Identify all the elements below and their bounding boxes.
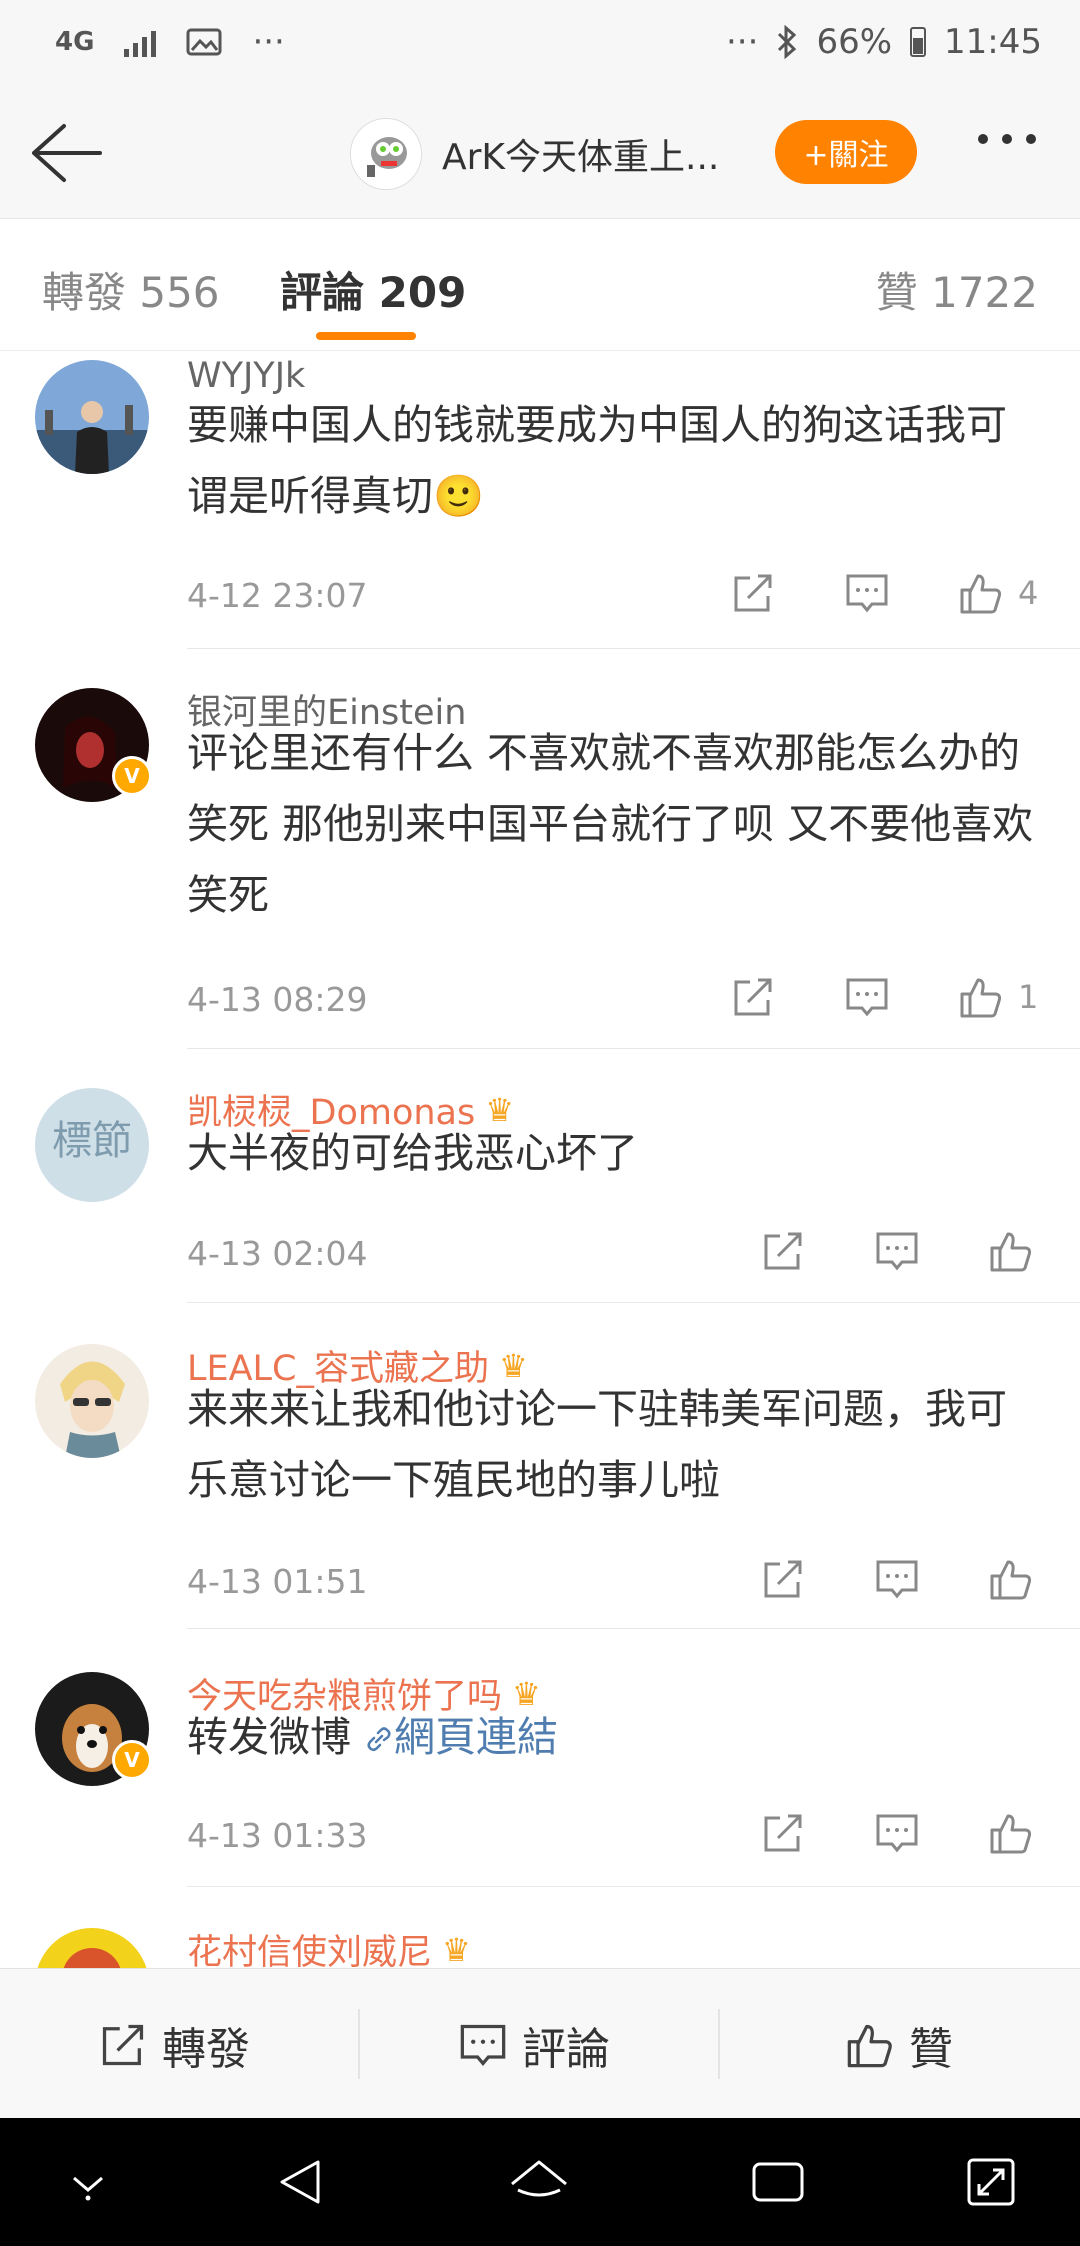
comment-text: 要赚中国人的钱就要成为中国人的狗这话我可谓是听得真切🙂: [187, 401, 1007, 520]
comment-text: 来来来让我和他讨论一下驻韩美军问题，我可乐意讨论一下殖民地的事儿啦: [187, 1385, 1007, 1504]
verified-badge-icon: V: [112, 1740, 152, 1780]
avatar[interactable]: [35, 1344, 149, 1458]
reply-icon[interactable]: [874, 1228, 920, 1274]
comment-button[interactable]: 評論: [458, 2013, 610, 2077]
thumbs-up-icon: [847, 2024, 892, 2068]
comment-time: 4-13 08:29: [187, 980, 368, 1019]
web-link[interactable]: 網頁連結: [364, 1713, 558, 1761]
comment-actions: 1: [730, 974, 1038, 1020]
link-icon: [367, 1727, 391, 1752]
author-avatar[interactable]: [350, 118, 422, 190]
status-bar: 4G ··· ··· 66% 11:45: [0, 0, 1080, 90]
username[interactable]: 花村信使刘威尼 ♛: [187, 1924, 471, 1969]
comment-item: V 银河里的Einstein 评论里还有什么 不喜欢就不喜欢那能怎么办的 笑死 …: [0, 684, 1080, 1049]
comment-item: V 今天吃杂粮煎饼了吗 ♛ 转发微博 網頁連結 4-13 01:33: [0, 1668, 1080, 1888]
home-icon[interactable]: [508, 2156, 570, 2208]
tab-reposts[interactable]: 轉發 556: [42, 259, 220, 320]
thumbs-up-icon[interactable]: [988, 1556, 1034, 1602]
comment-time: 4-12 23:07: [187, 576, 368, 615]
comment-time: 4-13 01:33: [187, 1816, 368, 1855]
comment-item: 標節 凯棂棂_Domonas ♛ 大半夜的可给我恶心坏了 4-13 02:04: [0, 1084, 1080, 1304]
comment-time: 4-13 02:04: [187, 1234, 368, 1273]
divider: [187, 1886, 1080, 1887]
comment-actions: [760, 1556, 1034, 1602]
thumbs-up-icon[interactable]: [958, 570, 1004, 616]
comment-actions: [760, 1228, 1034, 1274]
svg-text:標節: 標節: [52, 1118, 132, 1164]
battery-icon: [910, 27, 927, 57]
avatar[interactable]: 標節: [35, 1088, 149, 1202]
thumbs-up-icon[interactable]: [958, 974, 1004, 1020]
share-icon: [102, 2024, 144, 2066]
follow-button[interactable]: +關注: [775, 120, 917, 184]
verified-badge-icon: V: [112, 756, 152, 796]
reply-icon: [460, 2024, 506, 2067]
tab-likes[interactable]: 贊 1722: [876, 259, 1038, 320]
like-button[interactable]: 贊: [845, 2013, 953, 2077]
signal-icon: [124, 27, 157, 57]
avatar[interactable]: [35, 360, 149, 474]
comment-text: 评论里还有什么 不喜欢就不喜欢那能怎么办的 笑死 那他别来中国平台就行了呗 又不…: [187, 729, 1034, 919]
reply-icon[interactable]: [844, 974, 890, 1020]
comment-item: LEALC_容式藏之助 ♛ 来来来让我和他讨论一下驻韩美军问题，我可乐意讨论一下殖…: [0, 1340, 1080, 1630]
clock: 11:45: [944, 22, 1042, 62]
header: ArK今天体重上... +關注: [0, 90, 1080, 219]
share-icon[interactable]: [760, 1810, 806, 1856]
like-count: 1: [1018, 978, 1039, 1016]
page-title: ArK今天体重上...: [442, 137, 720, 178]
robot-avatar-icon: [351, 119, 421, 189]
tab-comments[interactable]: 評論 209: [280, 259, 466, 320]
divider: [187, 1302, 1080, 1303]
expand-screen-icon[interactable]: [965, 2156, 1017, 2208]
divider: [187, 1628, 1080, 1629]
tab-bar: 轉發 556 評論 209 贊 1722: [0, 219, 1080, 351]
hide-keyboard-chevron-icon[interactable]: [66, 2156, 110, 2208]
more-status-icon: ···: [726, 22, 759, 62]
comment-text: 转发微博 網頁連結: [187, 1713, 559, 1761]
thumbs-up-icon[interactable]: [988, 1810, 1034, 1856]
comment-actions: [760, 1810, 1034, 1856]
like-count: 4: [1018, 574, 1039, 612]
back-arrow-icon[interactable]: [28, 120, 104, 186]
share-icon[interactable]: [730, 570, 776, 616]
crown-vip-icon: ♛: [442, 1930, 471, 1969]
bluetooth-icon: [778, 25, 797, 59]
comment-text: 大半夜的可给我恶心坏了: [187, 1129, 638, 1177]
comment-item: 花村信使刘威尼 ♛: [0, 1924, 1080, 1968]
comment-actions: 4: [730, 570, 1038, 616]
avatar[interactable]: [35, 1928, 149, 1968]
repost-button[interactable]: 轉發: [98, 2013, 250, 2077]
share-icon[interactable]: [760, 1228, 806, 1274]
reply-icon[interactable]: [874, 1556, 920, 1602]
back-triangle-icon[interactable]: [276, 2156, 324, 2208]
comment-time: 4-13 01:51: [187, 1562, 368, 1601]
bottom-toolbar: 轉發 評論 贊: [0, 1968, 1080, 2119]
share-icon[interactable]: [730, 974, 776, 1020]
battery-percent: 66%: [816, 22, 893, 62]
reply-icon[interactable]: [874, 1810, 920, 1856]
network-indicator: 4G: [55, 27, 95, 57]
divider: [718, 2009, 720, 2079]
more-options-icon[interactable]: [978, 134, 1036, 144]
image-notification-icon: [186, 28, 222, 56]
recent-apps-icon[interactable]: [750, 2156, 806, 2208]
more-notifications-icon: ···: [252, 22, 285, 62]
thumbs-up-icon[interactable]: [988, 1228, 1034, 1274]
divider: [187, 1048, 1080, 1049]
active-tab-indicator: [316, 332, 416, 340]
share-icon[interactable]: [760, 1556, 806, 1602]
divider: [358, 2009, 360, 2079]
system-navigation-bar: [0, 2118, 1080, 2246]
divider: [187, 648, 1080, 649]
reply-icon[interactable]: [844, 570, 890, 616]
comment-item: WYJYJk 要赚中国人的钱就要成为中国人的狗这话我可谓是听得真切🙂 4-12 …: [0, 356, 1080, 656]
